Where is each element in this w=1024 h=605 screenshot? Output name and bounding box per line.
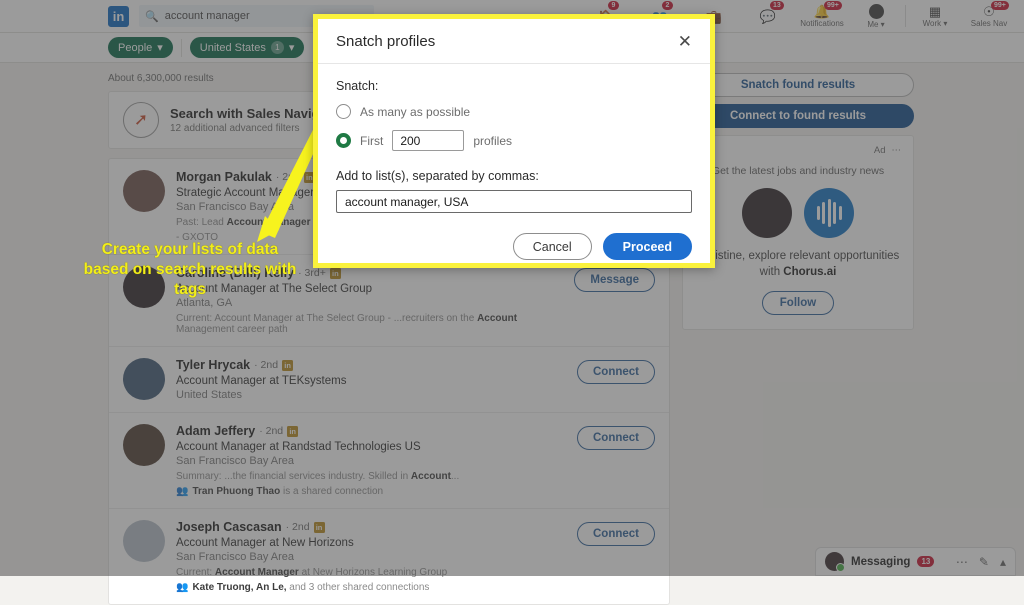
profile-shared-connections: 👥 Kate Truong, An Le, and 3 other shared… [176, 582, 430, 593]
dialog-footer: Cancel Proceed [318, 213, 710, 260]
snatch-label: Snatch: [336, 79, 379, 93]
radio-option-all-label: As many as possible [360, 104, 471, 119]
cancel-button[interactable]: Cancel [512, 233, 592, 260]
close-icon[interactable]: ✕ [678, 33, 692, 50]
proceed-button[interactable]: Proceed [602, 233, 692, 260]
profile-count-input[interactable] [392, 130, 465, 151]
people-icon: 👥 [176, 582, 189, 593]
profiles-suffix-label: profiles [473, 133, 513, 148]
snatch-profiles-dialog: Snatch profiles ✕ Snatch: As many as pos… [313, 14, 715, 268]
add-to-list-label: Add to list(s), separated by commas: [336, 169, 539, 183]
dialog-header: Snatch profiles ✕ [318, 19, 710, 64]
radio-button-first[interactable] [336, 133, 351, 148]
radio-option-first-label: First [360, 133, 384, 148]
radio-option-all[interactable]: As many as possible [336, 104, 692, 119]
list-names-input[interactable] [336, 190, 692, 213]
dialog-title: Snatch profiles [336, 32, 436, 50]
dialog-body: Snatch: As many as possible First profil… [318, 64, 710, 213]
radio-button-all[interactable] [336, 104, 351, 119]
annotation-caption: Create your lists of data based on searc… [83, 241, 297, 298]
radio-option-first[interactable]: First profiles [336, 130, 692, 151]
